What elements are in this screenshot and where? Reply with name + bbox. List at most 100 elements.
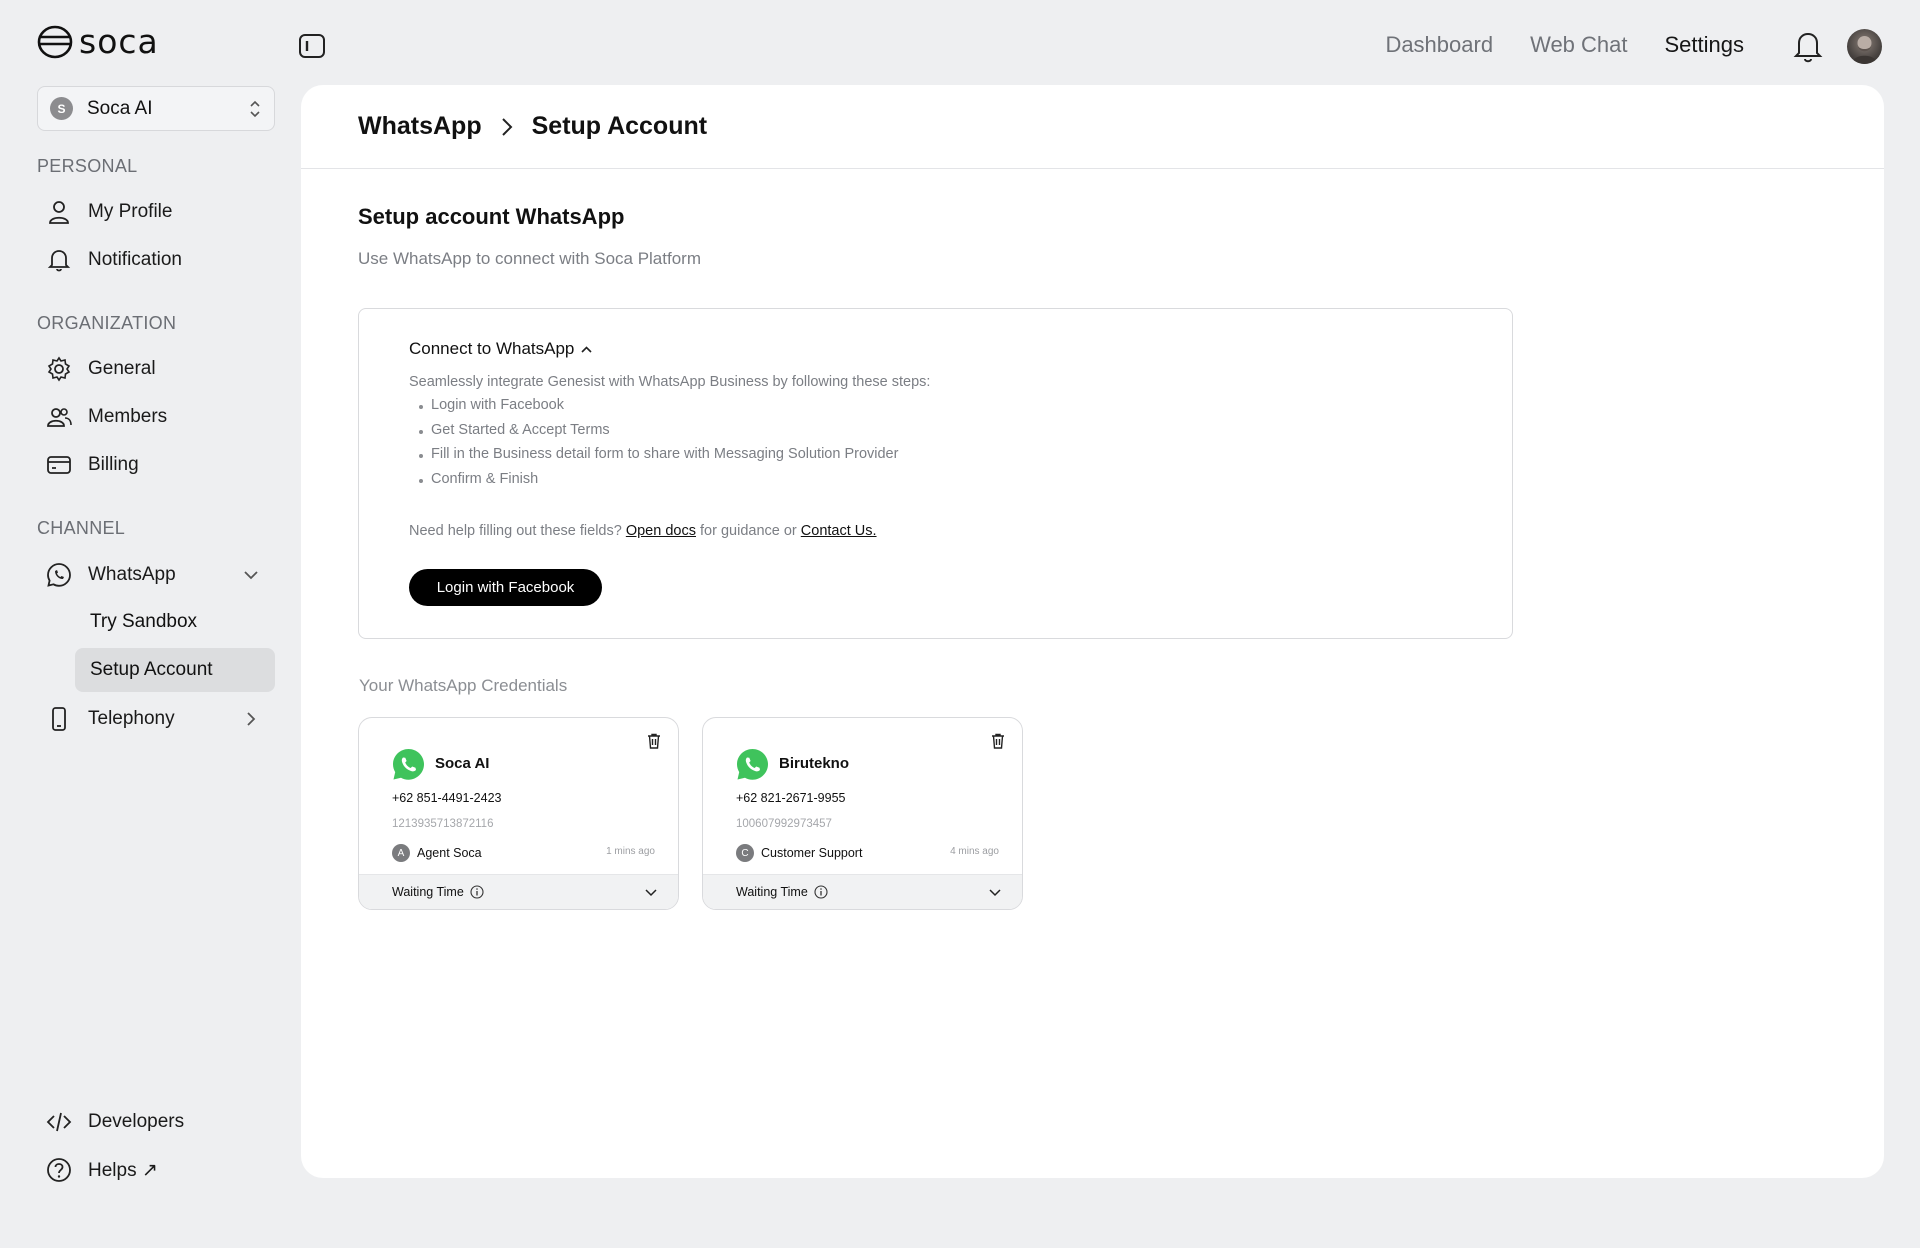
- sidebar-item-label: General: [88, 358, 156, 379]
- sidebar-item-label: Developers: [88, 1111, 185, 1132]
- chevron-up-down-icon: [250, 100, 260, 117]
- breadcrumb-parent[interactable]: WhatsApp: [358, 112, 482, 141]
- avatar[interactable]: [1847, 29, 1882, 64]
- info-icon: [470, 885, 484, 899]
- chevron-up-icon: [581, 345, 592, 353]
- sidebar-item-general[interactable]: General: [46, 349, 156, 389]
- nav-web-chat[interactable]: Web Chat: [1530, 32, 1627, 58]
- info-icon: [814, 885, 828, 899]
- bell-icon: [47, 250, 71, 272]
- help-middle: for guidance or: [700, 523, 797, 539]
- waiting-time-toggle[interactable]: Waiting Time: [703, 874, 1022, 909]
- step-item: Get Started & Accept Terms: [418, 422, 898, 447]
- sidebar-item-members[interactable]: Members: [46, 397, 167, 437]
- credential-id: 100607992973457: [736, 818, 832, 830]
- sidebar-item-label: WhatsApp: [88, 564, 176, 585]
- nav-settings[interactable]: Settings: [1665, 32, 1745, 58]
- sidebar-item-label: Billing: [88, 454, 139, 475]
- sidebar-item-label: Notification: [88, 249, 182, 270]
- whatsapp-icon: [47, 563, 71, 587]
- step-item: Fill in the Business detail form to shar…: [418, 446, 898, 471]
- chevron-right-icon[interactable]: [242, 710, 260, 728]
- open-docs-link[interactable]: Open docs: [626, 523, 696, 539]
- page-title: Setup account WhatsApp: [358, 204, 625, 229]
- sidebar-item-developers[interactable]: Developers: [46, 1102, 184, 1142]
- avatar-portrait: [1852, 36, 1877, 64]
- agent-name: Customer Support: [761, 846, 863, 860]
- chevron-down-icon[interactable]: [242, 566, 260, 584]
- trash-icon[interactable]: [991, 733, 1005, 749]
- login-with-facebook-button[interactable]: Login with Facebook: [409, 569, 602, 606]
- sidebar-item-label: Helps ↗: [88, 1159, 158, 1181]
- waiting-time-label: Waiting Time: [392, 885, 464, 899]
- agent-badge: A: [392, 844, 410, 862]
- chevron-down-icon: [989, 889, 1001, 897]
- connect-title: Connect to WhatsApp: [409, 339, 575, 358]
- user-icon: [49, 201, 69, 224]
- waiting-time-toggle[interactable]: Waiting Time: [359, 874, 678, 909]
- phone-icon: [52, 707, 66, 731]
- soca-logo-icon: [37, 25, 73, 58]
- sidebar: soca S Soca AI PERSONAL My Profile Notif…: [0, 0, 300, 1248]
- step-item: Login with Facebook: [418, 397, 898, 422]
- whatsapp-logo-icon: [393, 749, 424, 780]
- card-icon: [47, 456, 71, 474]
- org-selector[interactable]: S Soca AI: [37, 86, 275, 131]
- agent-badge: C: [736, 844, 754, 862]
- step-item: Confirm & Finish: [418, 471, 898, 496]
- sidebar-item-whatsapp[interactable]: WhatsApp: [46, 555, 176, 595]
- steps-list: Login with Facebook Get Started & Accept…: [418, 397, 898, 496]
- nav-dashboard[interactable]: Dashboard: [1385, 32, 1493, 58]
- sidebar-item-label: Telephony: [88, 708, 175, 729]
- sidebar-toggle-icon[interactable]: [298, 33, 326, 59]
- brand-logo[interactable]: soca: [37, 22, 159, 61]
- credential-name: Soca AI: [435, 755, 490, 772]
- sidebar-item-telephony[interactable]: Telephony: [46, 699, 175, 739]
- credential-timestamp: 4 mins ago: [950, 846, 999, 857]
- chevron-down-icon: [645, 889, 657, 897]
- top-nav: Dashboard Web Chat Settings: [1385, 32, 1744, 58]
- main-panel: WhatsApp Setup Account Setup account Wha…: [301, 85, 1884, 1178]
- trash-icon[interactable]: [647, 733, 661, 749]
- help-line: Need help filling out these fields? Open…: [409, 523, 877, 539]
- credential-name: Birutekno: [779, 755, 850, 772]
- gear-icon: [47, 356, 71, 382]
- breadcrumb-current: Setup Account: [531, 112, 708, 140]
- connect-toggle[interactable]: Connect to WhatsApp: [409, 339, 593, 359]
- notification-bell-icon[interactable]: [1791, 28, 1825, 64]
- credential-phone: +62 821-2671-9955: [736, 791, 846, 805]
- chevron-right-icon: [501, 117, 513, 136]
- agent-name: Agent Soca: [417, 846, 482, 860]
- connect-description: Seamlessly integrate Genesist with Whats…: [409, 374, 931, 390]
- sidebar-item-my-profile[interactable]: My Profile: [46, 192, 172, 232]
- whatsapp-logo-icon: [737, 749, 768, 780]
- section-personal: PERSONAL: [37, 156, 138, 176]
- sidebar-item-label: Members: [88, 406, 168, 427]
- contact-us-link[interactable]: Contact Us.: [801, 523, 877, 539]
- section-channel: CHANNEL: [37, 518, 126, 538]
- credential-agent: C Customer Support: [736, 844, 862, 862]
- brand-name: soca: [79, 22, 159, 61]
- credential-card[interactable]: Birutekno +62 821-2671-9955 100607992973…: [702, 717, 1023, 910]
- sidebar-item-billing[interactable]: Billing: [46, 445, 139, 485]
- org-name: Soca AI: [87, 97, 153, 119]
- page-subtitle: Use WhatsApp to connect with Soca Platfo…: [358, 249, 701, 268]
- code-icon: [46, 1112, 72, 1132]
- users-icon: [47, 408, 72, 427]
- section-organization: ORGANIZATION: [37, 313, 177, 333]
- waiting-time-label: Waiting Time: [736, 885, 808, 899]
- help-prefix: Need help filling out these fields?: [409, 523, 622, 539]
- org-badge: S: [50, 97, 73, 120]
- credential-timestamp: 1 mins ago: [606, 846, 655, 857]
- breadcrumb: WhatsApp Setup Account: [301, 85, 1884, 169]
- sidebar-item-label: My Profile: [88, 201, 173, 222]
- sidebar-item-helps[interactable]: Helps ↗: [46, 1150, 158, 1190]
- help-circle-icon: [47, 1158, 71, 1182]
- credential-phone: +62 851-4491-2423: [392, 791, 502, 805]
- sidebar-item-try-sandbox[interactable]: Try Sandbox: [75, 600, 275, 644]
- credential-card[interactable]: Soca AI +62 851-4491-2423 12139357138721…: [358, 717, 679, 910]
- credential-agent: A Agent Soca: [392, 844, 482, 862]
- sidebar-item-setup-account[interactable]: Setup Account: [75, 648, 275, 692]
- sidebar-item-notification[interactable]: Notification: [46, 240, 182, 280]
- credential-id: 1213935713872116: [392, 818, 494, 830]
